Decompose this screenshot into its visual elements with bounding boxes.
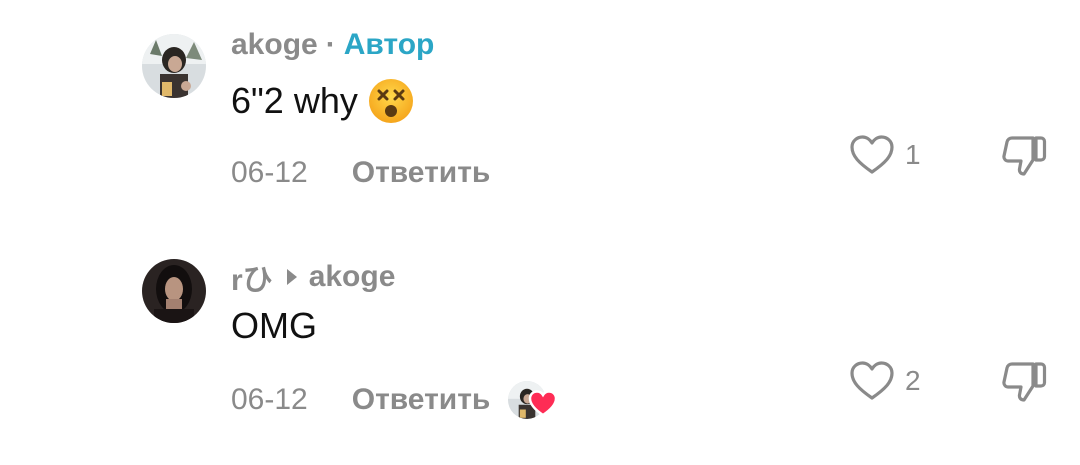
liked-by-creator-indicator xyxy=(508,381,558,419)
comment-header: akoge · Автор xyxy=(231,28,434,62)
avatar[interactable] xyxy=(142,34,206,98)
comment-date: 06-12 xyxy=(231,156,308,189)
like-count: 2 xyxy=(905,365,921,396)
dislike-button[interactable] xyxy=(1000,134,1048,183)
comment-meta: 06-12 Ответить xyxy=(231,381,558,419)
thumbs-down-icon xyxy=(1000,360,1048,404)
author-badge: Автор xyxy=(343,28,435,61)
comment-header: rひ akoge xyxy=(231,255,395,299)
thumbs-down-icon xyxy=(1000,134,1048,178)
heart-filled-icon xyxy=(528,389,558,425)
comment-item: akoge · Автор 6"2 why 06-12 Ответить 1 xyxy=(0,0,1080,225)
comment-text: OMG xyxy=(231,305,317,347)
comment-date: 06-12 xyxy=(231,383,308,416)
comment-body: 6"2 why xyxy=(231,80,358,121)
reply-to-username[interactable]: akoge xyxy=(309,260,396,294)
comment-body: OMG xyxy=(231,305,317,346)
heart-outline-icon xyxy=(849,134,895,176)
comment-meta: 06-12 Ответить xyxy=(231,156,490,190)
reply-button[interactable]: Ответить xyxy=(352,383,491,417)
dizzy-face-emoji-icon xyxy=(368,78,414,124)
dislike-button[interactable] xyxy=(1000,360,1048,409)
username[interactable]: rひ xyxy=(231,255,273,299)
username[interactable]: akoge xyxy=(231,28,318,62)
comment-item: rひ akoge OMG 06-12 Ответить 2 xyxy=(0,225,1080,465)
reply-button[interactable]: Ответить xyxy=(352,156,491,190)
avatar[interactable] xyxy=(142,259,206,323)
reply-arrow-icon xyxy=(286,269,297,285)
like-count: 1 xyxy=(905,139,921,170)
like-button[interactable]: 1 xyxy=(849,134,921,176)
heart-outline-icon xyxy=(849,360,895,402)
separator-dot: · xyxy=(325,28,336,61)
like-button[interactable]: 2 xyxy=(849,360,921,402)
comment-text: 6"2 why xyxy=(231,78,414,124)
